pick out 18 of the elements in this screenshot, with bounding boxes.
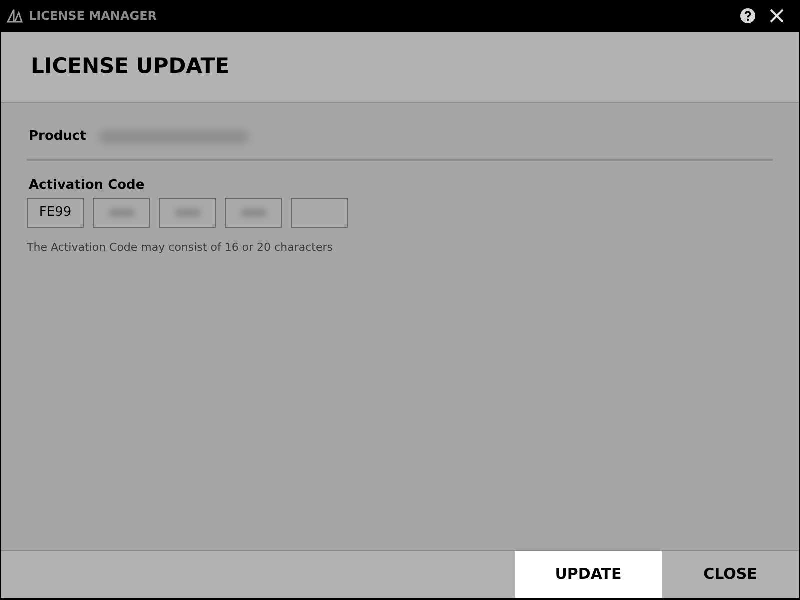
redacted-value bbox=[174, 208, 200, 216]
close-icon[interactable] bbox=[770, 9, 784, 23]
product-label: Product bbox=[29, 128, 88, 146]
update-button[interactable]: UPDATE bbox=[515, 551, 662, 598]
code-field[interactable] bbox=[93, 198, 150, 228]
activation-label: Activation Code bbox=[28, 177, 146, 195]
redacted-value bbox=[108, 208, 134, 216]
code-field[interactable]: FE99 bbox=[27, 198, 84, 228]
code-field[interactable] bbox=[225, 198, 282, 228]
window-title: LICENSE MANAGER bbox=[29, 8, 158, 25]
logo-icon bbox=[6, 8, 24, 24]
code-field[interactable] bbox=[159, 198, 216, 228]
hint-text: The Activation Code may consist of 16 or 20 characters bbox=[27, 240, 334, 256]
code-field[interactable] bbox=[291, 198, 348, 228]
page-title: LICENSE UPDATE bbox=[31, 53, 230, 80]
help-icon[interactable] bbox=[740, 8, 756, 24]
redacted-value bbox=[240, 208, 266, 216]
close-button[interactable]: CLOSE bbox=[662, 551, 799, 598]
